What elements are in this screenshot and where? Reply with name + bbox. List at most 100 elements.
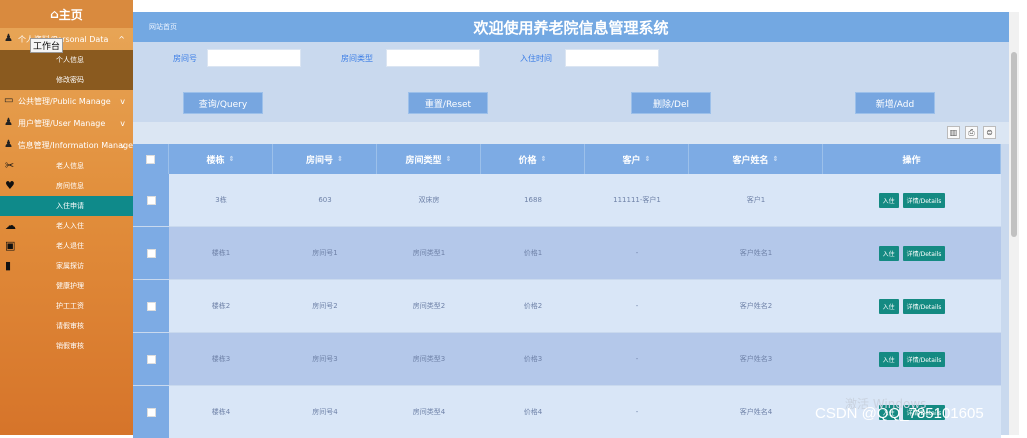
sidebar-group-info[interactable]: ♟ 信息管理/Information Manage v <box>0 134 133 156</box>
row-checkbox[interactable] <box>146 407 156 417</box>
heart-icon: ♥ <box>5 179 15 192</box>
row-checkbox[interactable] <box>146 248 156 258</box>
columns-icon[interactable]: ▥ <box>947 126 960 139</box>
delete-button[interactable]: 删除/Del <box>631 92 711 114</box>
sort-icon: ⇕ <box>337 155 343 163</box>
column-price[interactable]: 价格 ⇕ <box>481 144 585 174</box>
cell-actions: 入住 详情/Details <box>823 280 1001 332</box>
details-button[interactable]: 详情/Details <box>902 298 946 314</box>
row-checkbox[interactable] <box>146 301 156 311</box>
sort-icon: ⇕ <box>445 155 452 163</box>
checkin-button[interactable]: 入住 <box>878 245 899 261</box>
cell-room: 603 <box>318 196 332 204</box>
cell-building: 楼栋3 <box>211 355 231 363</box>
sidebar-item-leave-review[interactable]: 请假审核 <box>0 316 133 336</box>
item-label: 健康护理 <box>56 282 84 290</box>
details-button[interactable]: 详情/Details <box>902 245 946 261</box>
checkin-time-input[interactable] <box>565 49 659 67</box>
sidebar-home[interactable]: ⌂ 主页 <box>0 0 133 28</box>
column-customer-name[interactable]: 客户姓名 ⇕ <box>689 144 823 174</box>
table-header: 楼栋 ⇕ 房间号 ⇕ 房间类型 ⇕ 价格 ⇕ 客户 ⇕ 客户姓名 ⇕ 操作 <box>133 144 1001 174</box>
sidebar-group-personal[interactable]: ♟ 个人资料/Personal Data ^ <box>0 28 133 50</box>
sidebar-item-profile[interactable]: 个人信息 <box>0 50 133 70</box>
row-select-cell <box>133 386 169 438</box>
cell-customer: - <box>635 408 639 416</box>
header-label: 客户姓名 <box>732 155 769 166</box>
add-button[interactable]: 新增/Add <box>855 92 935 114</box>
sidebar-item-cancel-leave-review[interactable]: 销假审核 <box>0 336 133 356</box>
tools-icon: ✂ <box>5 159 15 172</box>
table-row: 楼栋3 房间号3 房间类型3 价格3 - 客户姓名3 入住 详情/Details <box>133 333 1001 385</box>
row-select-cell <box>133 174 169 226</box>
row-checkbox[interactable] <box>146 354 156 364</box>
phone-icon: ▮ <box>5 259 12 272</box>
sidebar-item-elder-checkout[interactable]: ▣ 老人退住 <box>0 236 133 256</box>
column-room[interactable]: 房间号 ⇕ <box>273 144 377 174</box>
group-label: 公共管理/Public Manage <box>18 96 111 106</box>
scrollbar-thumb[interactable] <box>1011 52 1017 237</box>
row-select-cell <box>133 227 169 279</box>
table-row: 楼栋2 房间号2 房间类型2 价格2 - 客户姓名2 入住 详情/Details <box>133 280 1001 332</box>
chevron-down-icon: v <box>120 140 125 150</box>
column-building[interactable]: 楼栋 ⇕ <box>169 144 273 174</box>
export-icon[interactable]: ⊜ <box>983 126 996 139</box>
row-actions: 入住 详情/Details <box>878 245 946 261</box>
header-label: 房间类型 <box>405 155 442 166</box>
personal-submenu: 个人信息 修改密码 <box>0 50 133 90</box>
user-icon: ♟ <box>4 33 13 44</box>
sidebar-item-elder-info[interactable]: ✂ 老人信息 <box>0 156 133 176</box>
sidebar-group-user[interactable]: ♟ 用户管理/User Manage v <box>0 112 133 134</box>
csdn-watermark: CSDN @QQ_785101605 <box>815 405 984 422</box>
cell-price: 价格3 <box>523 355 543 363</box>
group-label: 用户管理/User Manage <box>18 118 106 128</box>
row-actions: 入住 详情/Details <box>878 192 946 208</box>
cell-customer: 111111-客户1 <box>613 196 661 204</box>
sidebar-item-worker-salary[interactable]: 护工工资 <box>0 296 133 316</box>
room-no-label: 房间号 <box>173 54 197 63</box>
sidebar-item-family-visit[interactable]: ▮ 家属探访 <box>0 256 133 276</box>
cell-name: 客户姓名1 <box>739 249 773 257</box>
header-label: 客户 <box>622 155 641 166</box>
cell-actions: 入住 详情/Details <box>823 333 1001 385</box>
sidebar-item-health-care[interactable]: 健康护理 <box>0 276 133 296</box>
cell-type: 双床房 <box>418 196 440 204</box>
item-label: 入住申请 <box>56 202 84 210</box>
cell-building: 楼栋2 <box>211 302 231 310</box>
row-checkbox[interactable] <box>146 195 156 205</box>
checkin-button[interactable]: 入住 <box>878 351 899 367</box>
details-button[interactable]: 详情/Details <box>902 351 946 367</box>
cell-actions: 入住 详情/Details <box>823 227 1001 279</box>
column-actions: 操作 <box>823 144 1001 174</box>
chevron-up-icon: ^ <box>118 34 125 44</box>
checkin-button[interactable]: 入住 <box>878 298 899 314</box>
cloud-icon: ☁ <box>5 219 16 232</box>
sidebar-item-change-password[interactable]: 修改密码 <box>0 70 133 90</box>
sidebar-group-public[interactable]: ▭ 公共管理/Public Manage v <box>0 90 133 112</box>
users-icon: ♟ <box>4 117 13 128</box>
cell-price: 1688 <box>524 196 542 204</box>
select-all-checkbox[interactable] <box>146 154 155 164</box>
sidebar-item-room-info[interactable]: ♥ 房间信息 <box>0 176 133 196</box>
print-icon[interactable]: ⎙ <box>965 126 978 139</box>
query-button[interactable]: 查询/Query <box>183 92 263 114</box>
room-type-input[interactable] <box>386 49 480 67</box>
details-button[interactable]: 详情/Details <box>902 192 946 208</box>
column-customer[interactable]: 客户 ⇕ <box>585 144 689 174</box>
cell-price: 价格1 <box>523 249 543 257</box>
scrollbar[interactable] <box>1009 12 1019 435</box>
checkin-button[interactable]: 入住 <box>878 192 899 208</box>
cell-customer: - <box>635 302 639 310</box>
header-label: 操作 <box>902 155 921 166</box>
main-content: 房间号 房间类型 入住时间 查询/Query 重置/Reset 删除/Del 新… <box>133 42 1009 438</box>
sidebar-item-elder-checkin[interactable]: ☁ 老人入住 <box>0 216 133 236</box>
header-label: 楼栋 <box>206 155 225 166</box>
column-room-type[interactable]: 房间类型 ⇕ <box>377 144 481 174</box>
item-label: 老人入住 <box>56 222 84 230</box>
reset-button[interactable]: 重置/Reset <box>408 92 488 114</box>
sidebar-item-checkin-apply[interactable]: 入住申请 <box>0 196 133 216</box>
table-row: 3栋 603 双床房 1688 111111-客户1 客户1 入住 详情/Details <box>133 174 1001 226</box>
sort-icon: ⇕ <box>228 155 235 163</box>
room-no-input[interactable] <box>207 49 301 67</box>
cell-building: 楼栋4 <box>211 408 231 416</box>
cell-customer: - <box>635 249 639 257</box>
